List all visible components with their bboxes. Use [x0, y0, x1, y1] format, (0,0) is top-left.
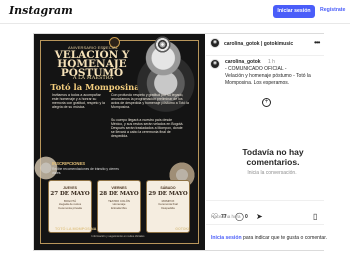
- login-prompt-message: para indicar que te gusta o comentar.: [241, 235, 328, 241]
- login-button[interactable]: Iniciar sesión: [273, 5, 315, 18]
- poster-date-card: VIERNES 28 DE MAYO TEATRO COLÓN Homenaje…: [97, 180, 141, 233]
- date-card-day: SÁBADO: [160, 186, 176, 190]
- poster-honoree-name: Totó la Momposina: [50, 82, 140, 92]
- poster-inscriptions-heading: INSCRIPCIONES: [52, 161, 86, 166]
- caption-text-line: - COMUNICADO OFICIAL -: [225, 66, 287, 72]
- date-card-info: MOMPOX Ceremonia final Despedida: [158, 199, 178, 210]
- login-to-like-comment-prompt: Inicia sesión para indicar que te gusta …: [206, 224, 327, 250]
- caption-text-line: Momposina. Los esperamos.: [225, 80, 290, 86]
- poster-details-text: Su cuerpo llegará a nuestro país desde M…: [111, 118, 184, 138]
- translate-icon[interactable]: +: [262, 98, 271, 107]
- poster-footer-org: GOTOKI: [175, 227, 189, 231]
- caption-username[interactable]: carolina_gotok: [225, 59, 261, 65]
- profile-avatar[interactable]: [210, 38, 220, 48]
- post-media-image[interactable]: ANIVERSARIO ESPECIAL VELACIÓN Y HOMENAJE…: [34, 34, 205, 250]
- headpiece-decoration: [145, 35, 180, 54]
- poster-date-card: SÁBADO 29 DE MAYO MOMPOX Ceremonia final…: [146, 180, 190, 233]
- instagram-post: ANIVERSARIO ESPECIAL VELACIÓN Y HOMENAJE…: [33, 33, 327, 251]
- no-comments-subtitle: Inicia la conversación.: [247, 170, 297, 176]
- poster-body-text: Invitamos a todos a acompañar este homen…: [52, 93, 105, 109]
- caption-avatar[interactable]: [210, 59, 220, 69]
- no-comments-title: Todavía no hay comentarios.: [242, 147, 304, 167]
- instagram-logo[interactable]: Instagram: [9, 4, 73, 17]
- caption-time: 1 h: [268, 59, 275, 65]
- post-time-ago: Hace una hora: [211, 214, 241, 219]
- poster-footer-brand: TOTÓ LA MOMPOSINA: [55, 227, 97, 231]
- date-card-info: BOGOTÁ Llegada de restos Ceremonia priva…: [58, 199, 82, 210]
- poster-event-title: VELACIÓN Y HOMENAJE PÓSTUMO: [54, 49, 130, 79]
- date-card-date: 27 DE MAYO: [50, 191, 90, 197]
- post-header-username[interactable]: carolina_gotok | gotokimusic: [224, 41, 293, 47]
- post-actions-bar: ♡ 77 ◯ 0 ➤ ▯: [206, 200, 324, 224]
- date-card-day: VIERNES: [111, 186, 127, 190]
- date-card-day: JUEVES: [63, 186, 77, 190]
- poster-event-subtitle: A LA MAESTRA: [72, 75, 114, 81]
- share-icon[interactable]: ➤: [256, 212, 263, 221]
- poster-intro-text: Con profundo respeto y gratitud por su l…: [111, 93, 189, 109]
- date-card-info: TEATRO COLÓN Homenaje Entrada libre: [108, 199, 130, 210]
- comment-count: 0: [245, 214, 248, 220]
- caption-text-line: Velación y homenaje póstumo - Totó la: [225, 73, 311, 79]
- post-side-panel: carolina_gotok | gotokimusic ••• carolin…: [206, 34, 327, 250]
- top-navigation-bar: Instagram Iniciar sesión Regístrate: [0, 0, 350, 24]
- more-horizontal-icon[interactable]: •••: [314, 38, 320, 47]
- post-header: carolina_gotok | gotokimusic •••: [206, 34, 324, 56]
- date-card-date: 29 DE MAYO: [148, 191, 188, 197]
- date-card-date: 28 DE MAYO: [99, 191, 139, 197]
- poster-footer-info: Información y seguimiento en redes ofici…: [91, 235, 145, 238]
- bookmark-icon[interactable]: ▯: [313, 212, 317, 221]
- poster-date-card: JUEVES 27 DE MAYO BOGOTÁ Llegada de rest…: [48, 180, 92, 233]
- register-link[interactable]: Regístrate: [320, 7, 345, 13]
- poster-inscriptions-note: Recibe recomendaciones de tránsito y cie…: [52, 167, 119, 175]
- login-prompt-text: Inicia sesión para indicar que te gusta …: [211, 235, 327, 241]
- login-prompt-link[interactable]: Inicia sesión: [211, 235, 242, 241]
